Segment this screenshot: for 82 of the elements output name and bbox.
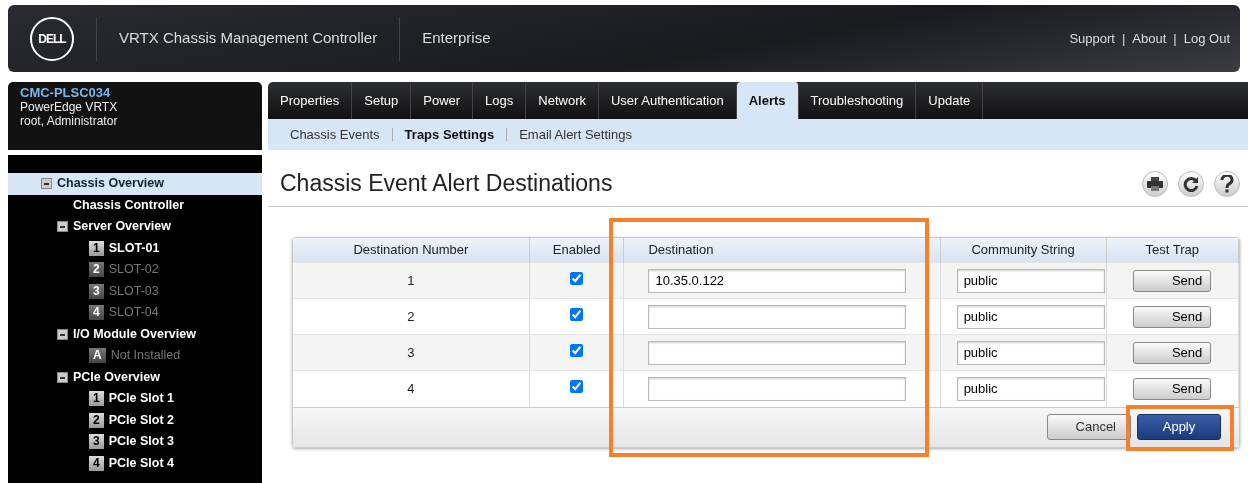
logo-icon: DELL <box>30 16 74 61</box>
tab[interactable]: Alerts <box>736 82 799 119</box>
slot-badge: 2 <box>89 412 104 428</box>
tree-item[interactable]: 1 SLOT-01 <box>8 237 262 259</box>
collapse-icon[interactable] <box>57 371 68 383</box>
slot-badge: 1 <box>89 391 104 407</box>
column-header: Enabled <box>529 237 624 263</box>
slot-badge: 4 <box>89 455 104 471</box>
page-title: Chassis Event Alert Destinations <box>280 170 613 198</box>
tree-item[interactable]: 3 PCIe Slot 3 <box>8 431 262 453</box>
tree-label: Chassis Overview <box>57 175 164 193</box>
refresh-icon[interactable] <box>1178 170 1204 197</box>
print-icon[interactable] <box>1142 170 1168 197</box>
tree-item[interactable]: 1 PCIe Slot 1 <box>8 388 262 410</box>
slot-badge: 1 <box>89 240 104 256</box>
header-link[interactable]: About <box>1132 28 1167 49</box>
table-cell: 3 <box>293 334 530 371</box>
link-separator: | <box>1173 29 1177 48</box>
tree-item[interactable]: Server Overview <box>8 216 262 238</box>
destination-field[interactable] <box>648 376 907 401</box>
enabled-checkbox[interactable] <box>570 380 584 394</box>
tree-item[interactable]: I/O Module Overview <box>8 323 262 345</box>
slot-badge: 2 <box>89 262 104 278</box>
tree-label: SLOT-02 <box>108 261 159 279</box>
user-name: root, Administrator <box>20 114 119 128</box>
tree-label: SLOT-04 <box>108 304 159 322</box>
slot-badge: 4 <box>89 305 104 321</box>
tree-item[interactable]: 4 PCIe Slot 4 <box>8 452 262 474</box>
community-field[interactable]: public <box>956 340 1105 365</box>
tree-item[interactable]: Chassis Controller <box>8 194 262 216</box>
tree-label: PCIe Slot 3 <box>108 433 174 451</box>
slot-badge: 3 <box>89 283 104 299</box>
subtab[interactable]: Chassis Events <box>278 128 393 141</box>
tree-label: SLOT-03 <box>108 282 159 300</box>
tree-label: I/O Module Overview <box>73 325 196 343</box>
collapse-icon[interactable] <box>41 178 52 190</box>
subtab[interactable]: Traps Settings <box>392 128 508 141</box>
community-field[interactable]: public <box>956 304 1105 329</box>
community-field[interactable]: public <box>956 268 1105 293</box>
link-separator: | <box>1121 29 1126 48</box>
enabled-checkbox[interactable] <box>570 307 584 321</box>
destination-field[interactable] <box>648 340 907 365</box>
edition-label: Enterprise <box>422 28 491 49</box>
tree-item[interactable]: PCIe Overview <box>8 366 262 388</box>
cancel-button[interactable]: Cancel <box>1047 414 1131 441</box>
column-header: Destination <box>623 237 941 263</box>
column-header: Community String <box>940 237 1107 263</box>
host-name: CMC-PLSC034 <box>20 86 112 100</box>
enabled-checkbox[interactable] <box>570 271 584 285</box>
app-title: VRTX Chassis Management Controller <box>119 28 378 49</box>
send-button[interactable]: Send <box>1133 305 1212 328</box>
tree-label: Not Installed <box>110 347 181 365</box>
column-header: Test Trap <box>1106 237 1239 263</box>
destination-field[interactable] <box>648 304 907 329</box>
help-icon[interactable] <box>1214 170 1240 197</box>
header-link[interactable]: Support <box>1069 28 1115 49</box>
tree-label: PCIe Slot 4 <box>108 454 174 472</box>
tree-item[interactable]: Chassis Overview <box>8 173 262 195</box>
tree-label: Chassis Controller <box>73 196 185 214</box>
tree-label: PCIe Slot 1 <box>108 390 174 408</box>
table-cell: 1 <box>293 262 530 299</box>
tree-item[interactable]: 2 PCIe Slot 2 <box>8 409 262 431</box>
tree-label: PCIe Slot 2 <box>108 411 174 429</box>
slot-badge: A <box>89 348 106 364</box>
tree-label: PCIe Overview <box>73 368 160 386</box>
send-button[interactable]: Send <box>1133 341 1212 364</box>
tree-label: SLOT-01 <box>108 239 160 257</box>
destination-field[interactable]: 10.35.0.122 <box>648 268 907 293</box>
tree-label: Server Overview <box>73 218 171 236</box>
subtab[interactable]: Email Alert Settings <box>507 128 644 141</box>
collapse-icon[interactable] <box>57 221 68 233</box>
header-link[interactable]: Log Out <box>1183 28 1230 49</box>
send-button[interactable]: Send <box>1133 377 1212 400</box>
slot-badge: 3 <box>89 434 104 450</box>
enabled-checkbox[interactable] <box>570 343 584 357</box>
column-header: Destination Number <box>293 237 530 263</box>
model-name: PowerEdge VRTX <box>20 100 119 114</box>
community-field[interactable]: public <box>956 376 1105 401</box>
send-button[interactable]: Send <box>1133 269 1212 292</box>
table-cell: 4 <box>293 370 530 407</box>
collapse-icon[interactable] <box>57 328 68 340</box>
apply-button[interactable]: Apply <box>1137 414 1221 441</box>
